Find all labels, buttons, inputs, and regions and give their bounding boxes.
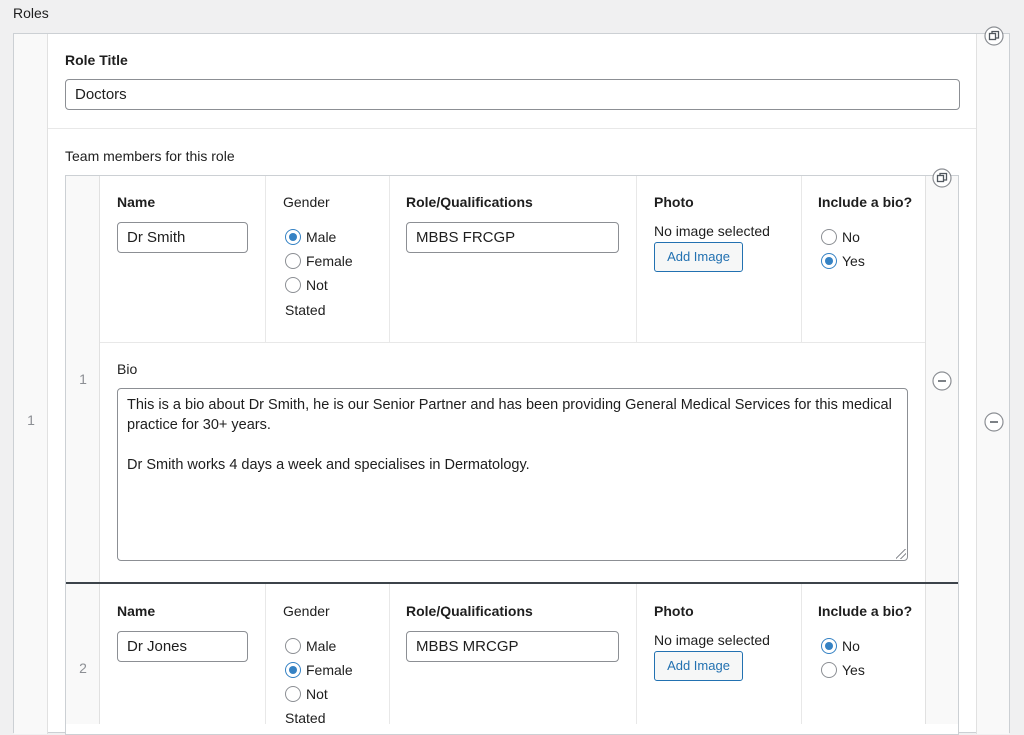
bio-option-yes[interactable]: Yes [821, 249, 865, 273]
bio-label: Bio [117, 361, 138, 377]
name-input[interactable]: Dr Jones [117, 631, 248, 662]
gender-label: Gender [283, 194, 330, 210]
radio-label: Yes [842, 253, 865, 269]
include-bio-radio-group: No Yes [821, 634, 865, 682]
photo-label: Photo [654, 603, 694, 619]
radio-label-wrap: Stated [285, 302, 326, 318]
radio-checked[interactable] [821, 253, 837, 269]
gender-option-female[interactable]: Female [285, 658, 353, 682]
outer-row-actions [976, 34, 1009, 734]
bio-option-no[interactable]: No [821, 634, 865, 658]
radio-checked[interactable] [821, 638, 837, 654]
radio-label: Male [306, 638, 337, 654]
role-qualifications-label: Role/Qualifications [406, 194, 533, 210]
include-bio-radio-group: No Yes [821, 225, 865, 273]
gender-option-not-stated[interactable]: Not [285, 682, 353, 706]
column-divider [801, 176, 802, 342]
gender-option-male[interactable]: Male [285, 634, 353, 658]
role-title-label: Role Title [65, 52, 128, 68]
radio-unchecked[interactable] [285, 686, 301, 702]
radio-unchecked[interactable] [821, 229, 837, 245]
radio-label: Male [306, 229, 337, 245]
include-bio-label: Include a bio? [818, 603, 913, 619]
member-row-order-handle[interactable] [66, 584, 100, 724]
gender-option-not-stated[interactable]: Not [285, 273, 353, 297]
photo-empty-text: No image selected [654, 632, 770, 648]
radio-label: Not [306, 686, 328, 702]
row-field-divider [100, 342, 925, 343]
role-qualifications-input[interactable]: MBBS MRCGP [406, 631, 619, 662]
roles-label: Roles [13, 5, 49, 21]
name-label: Name [117, 194, 156, 210]
remove-row-icon[interactable] [984, 412, 1004, 432]
duplicate-member-icon[interactable] [932, 168, 952, 188]
resize-handle-icon[interactable] [896, 549, 906, 559]
member-row-separator [66, 582, 958, 584]
outer-row-number: 1 [27, 412, 35, 428]
bio-option-no[interactable]: No [821, 225, 865, 249]
bio-option-yes[interactable]: Yes [821, 658, 865, 682]
duplicate-row-icon[interactable] [984, 26, 1004, 46]
radio-checked[interactable] [285, 229, 301, 245]
name-label: Name [117, 603, 156, 619]
member-row-number: 1 [79, 371, 87, 387]
add-image-button[interactable]: Add Image [654, 651, 743, 681]
radio-label: Female [306, 662, 353, 678]
role-qualifications-label: Role/Qualifications [406, 603, 533, 619]
photo-empty-text: No image selected [654, 223, 770, 239]
radio-unchecked[interactable] [285, 638, 301, 654]
team-members-label: Team members for this role [65, 148, 235, 164]
radio-label-wrap: Stated [285, 710, 326, 726]
outer-row-order-handle[interactable] [14, 34, 48, 734]
gender-label: Gender [283, 603, 330, 619]
member-row-actions [925, 584, 958, 724]
column-divider [265, 176, 266, 342]
radio-label: No [842, 638, 860, 654]
name-input[interactable]: Dr Smith [117, 222, 248, 253]
gender-option-male[interactable]: Male [285, 225, 353, 249]
photo-label: Photo [654, 194, 694, 210]
gender-radio-group: Male Female Not [285, 225, 353, 297]
remove-member-icon[interactable] [932, 371, 952, 391]
gender-radio-group: Male Female Not [285, 634, 353, 706]
column-divider [636, 176, 637, 342]
role-qualifications-input[interactable]: MBBS FRCGP [406, 222, 619, 253]
include-bio-label: Include a bio? [818, 194, 913, 210]
field-divider [48, 128, 976, 129]
column-divider [265, 584, 266, 724]
radio-label: Not [306, 277, 328, 293]
add-image-button[interactable]: Add Image [654, 242, 743, 272]
radio-label: Yes [842, 662, 865, 678]
column-divider [636, 584, 637, 724]
radio-unchecked[interactable] [285, 277, 301, 293]
bio-textarea[interactable]: This is a bio about Dr Smith, he is our … [117, 388, 908, 561]
radio-unchecked[interactable] [821, 662, 837, 678]
radio-label: No [842, 229, 860, 245]
gender-option-female[interactable]: Female [285, 249, 353, 273]
radio-label: Female [306, 253, 353, 269]
member-row-number: 2 [79, 660, 87, 676]
role-title-input[interactable]: Doctors [65, 79, 960, 110]
radio-checked[interactable] [285, 662, 301, 678]
column-divider [801, 584, 802, 724]
column-divider [389, 176, 390, 342]
column-divider [389, 584, 390, 724]
radio-unchecked[interactable] [285, 253, 301, 269]
